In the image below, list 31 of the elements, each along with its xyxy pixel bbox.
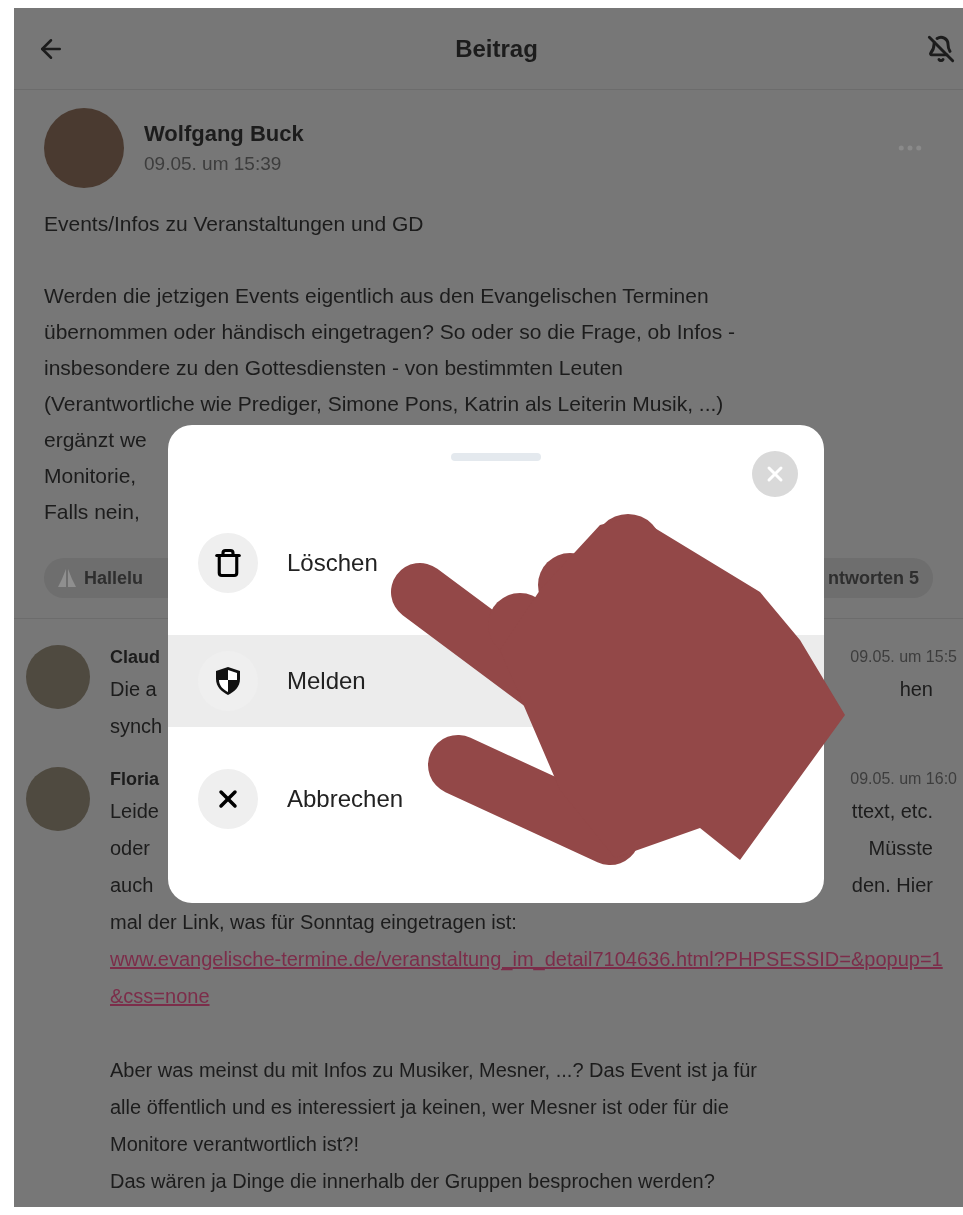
- trash-icon: [213, 548, 243, 578]
- author-name: Wolfgang Buck: [144, 120, 305, 149]
- body-text: Müsste: [868, 836, 934, 861]
- body-text: den. Hier: [851, 873, 934, 898]
- body-text: ergänzt we: [44, 427, 147, 453]
- body-text: Leide: [110, 799, 159, 824]
- body-text: ttext, etc.: [851, 799, 934, 824]
- body-text: Falls nein,: [44, 499, 140, 525]
- body-text: oder: [110, 836, 151, 861]
- body-text: übernommen oder händisch eingetragen? So oder so die Frage, ob Infos -: [44, 319, 736, 345]
- body-text: (Verantwortliche wie Prediger, Simone Pons, Katrin als Leiterin Musik, ...): [44, 391, 724, 417]
- comment-time: 09.05. um 15:5: [850, 647, 958, 667]
- post-title: Events/Infos zu Veranstaltungen und GD: [44, 211, 425, 237]
- body-text: insbesondere zu den Gottesdiensten - von bestimmten Leuten: [44, 355, 624, 381]
- comment-text: mal der Link, was für Sonntag eingetragen ist:: [110, 910, 518, 935]
- page-title: Beitrag: [455, 33, 538, 64]
- body-text: hen: [899, 677, 934, 702]
- comment-time: 09.05. um 16:0: [850, 769, 958, 789]
- commenter-name: Claud: [110, 646, 160, 669]
- body-text: synch: [110, 714, 163, 739]
- post-time: 09.05. um 15:39: [144, 152, 283, 177]
- body-text: Werden die jetzigen Events eigentlich aus den Evangelischen Terminen: [44, 283, 709, 309]
- bell-off-icon[interactable]: [927, 34, 955, 63]
- body-text: auch: [110, 873, 154, 898]
- body-text: Monitorie,: [44, 463, 137, 489]
- comment-text: Aber was meinst du mit Infos zu Musiker, Mesner, ...? Das Event ist ja für alle öffentlich und es interessiert ja keinen, wer Mesner ist oder für die Monitore verantwortlich ist?! Das wären ja Dinge die innerhalb der Gruppen besprochen werden?: [110, 1058, 758, 1194]
- close-button[interactable]: [752, 451, 798, 497]
- commenter-name: Floria: [110, 768, 159, 791]
- body-text: Die a: [110, 677, 157, 702]
- drag-handle[interactable]: [451, 453, 541, 461]
- shield-icon: [215, 666, 241, 696]
